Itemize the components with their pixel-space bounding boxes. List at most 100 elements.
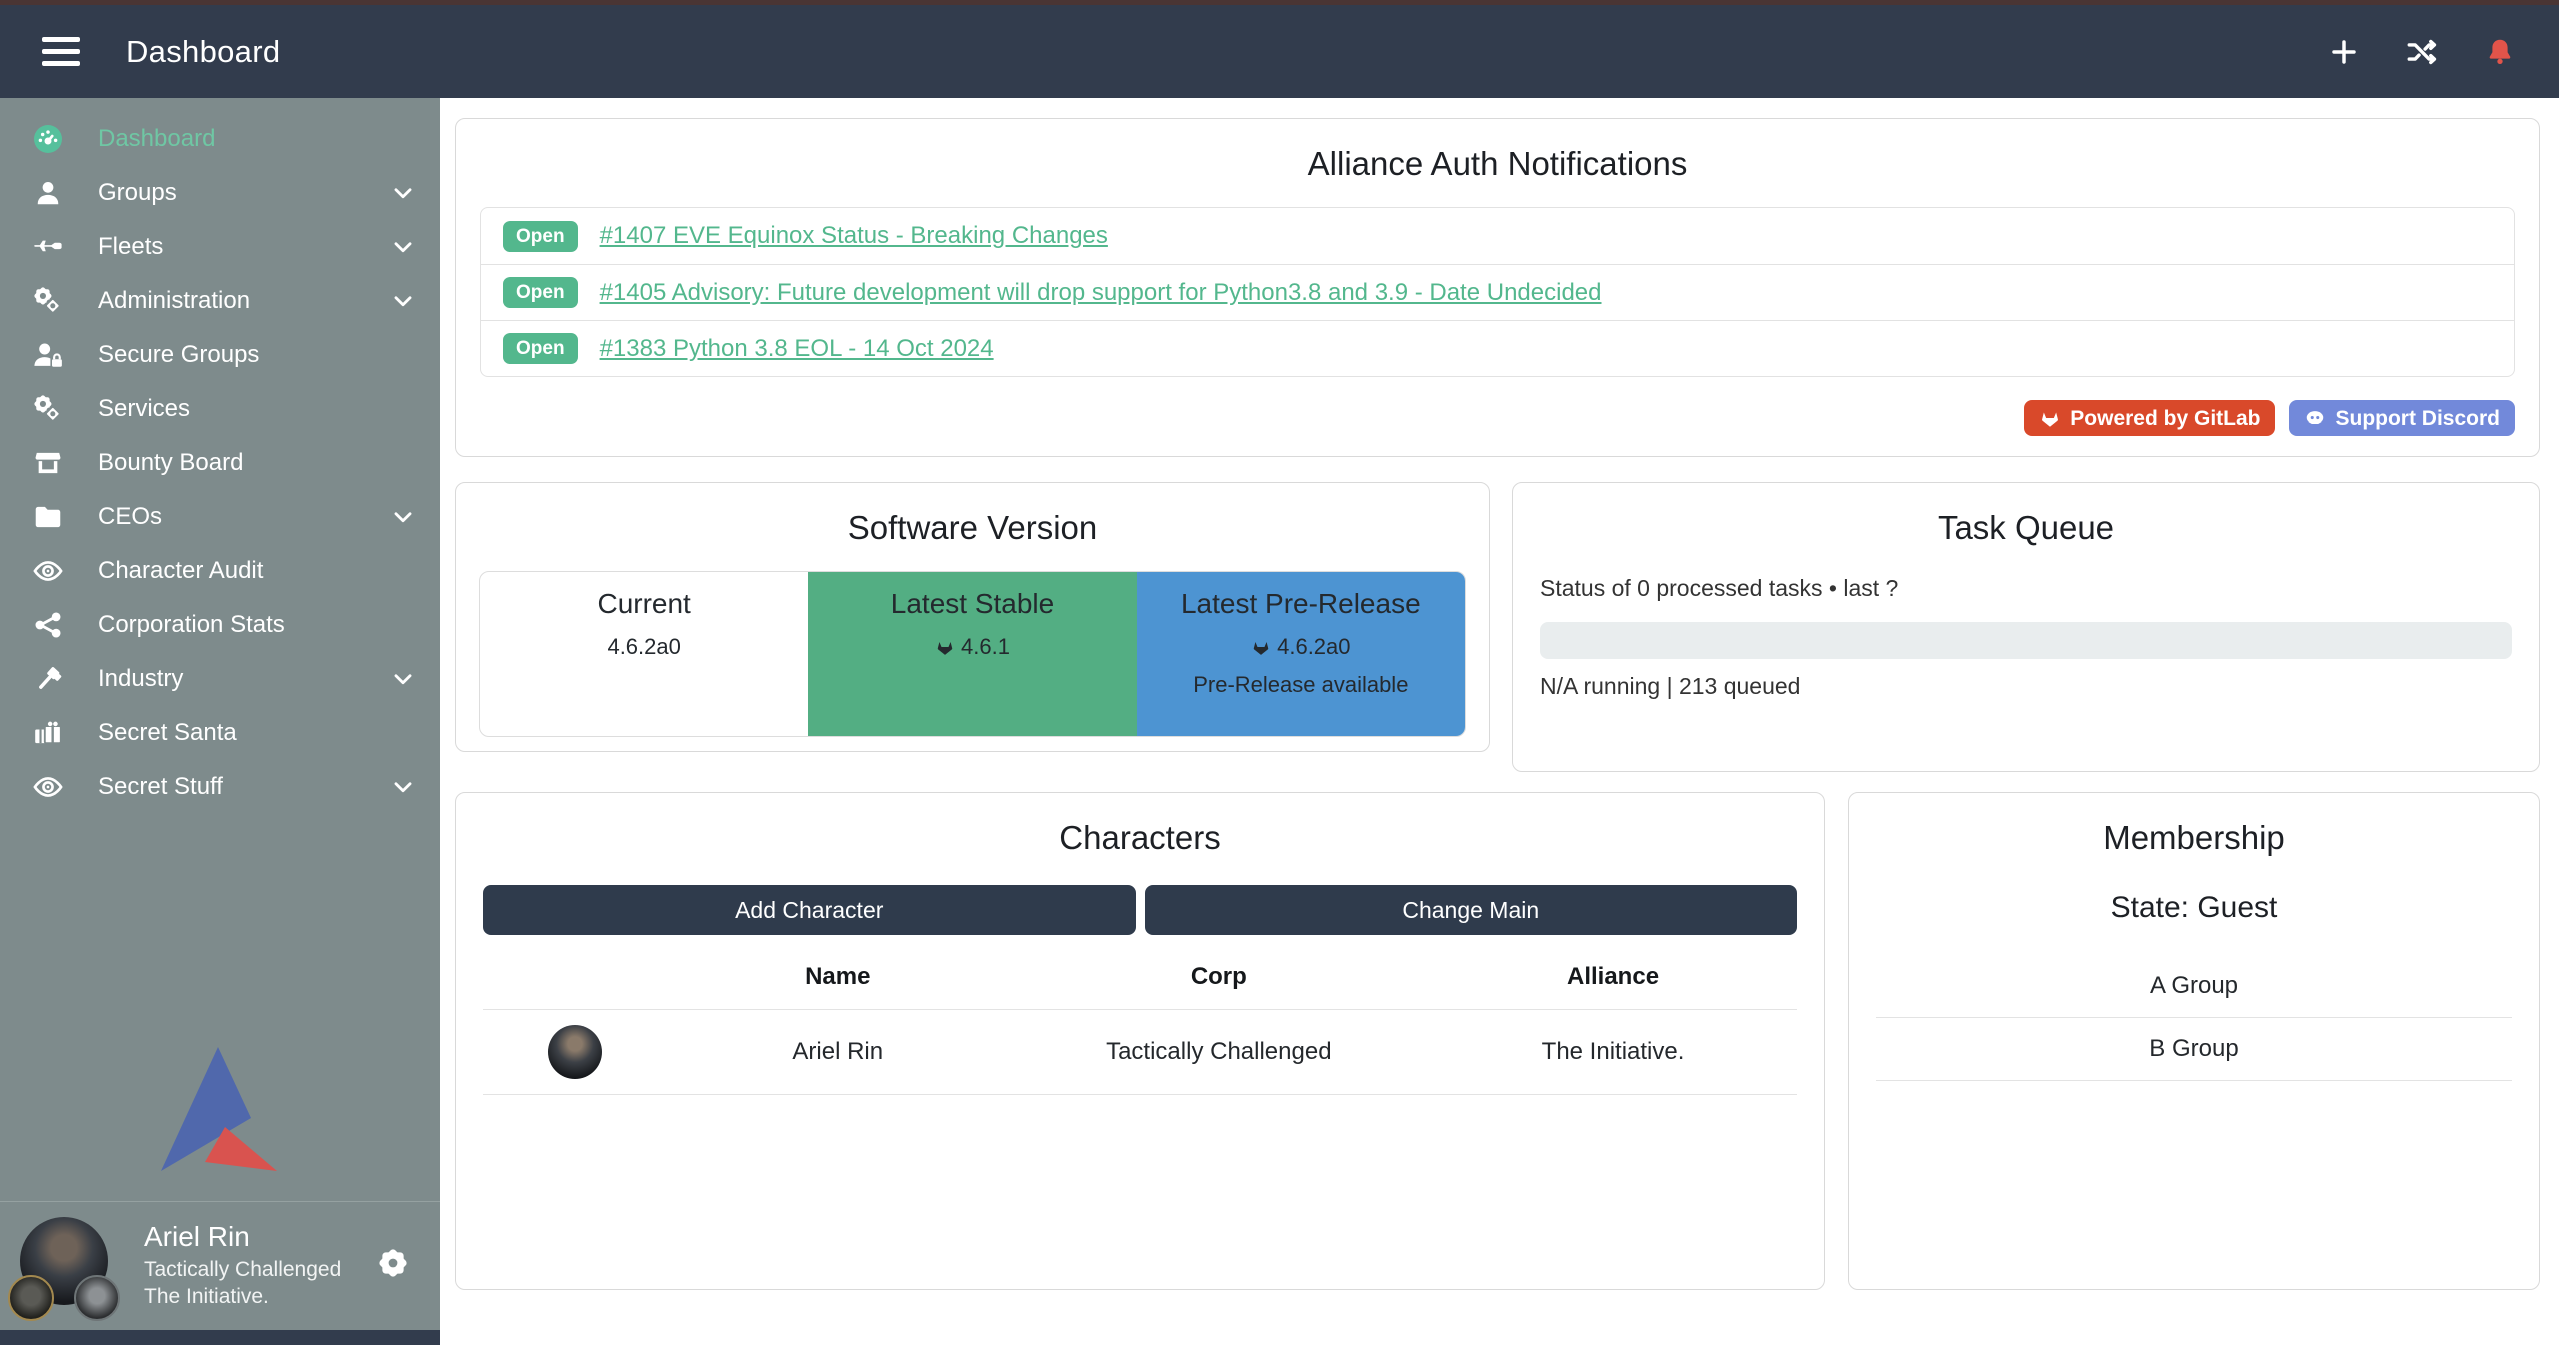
jet-icon [30,231,66,263]
sidebar-item-secret-santa[interactable]: Secret Santa [0,706,440,760]
sidebar-item-label: Bounty Board [98,449,416,477]
sidebar-item-bounty-board[interactable]: Bounty Board [0,436,440,490]
software-version-panel: Software Version Current 4.6.2a0 Latest … [455,482,1490,752]
sidebar-item-secure-groups[interactable]: Secure Groups [0,328,440,382]
main-content: Alliance Auth Notifications Open #1407 E… [440,98,2559,1345]
sidebar-item-dashboard[interactable]: Dashboard [0,112,440,166]
character-corp: Tactically Challenged [1009,1010,1429,1095]
gitlab-badge-label: Powered by GitLab [2070,408,2260,429]
characters-panel: Characters Add Character Change Main Nam… [455,792,1825,1290]
gifts-icon [30,717,66,749]
notifications-title: Alliance Auth Notifications [456,119,2539,205]
sidebar-item-corporation-stats[interactable]: Corporation Stats [0,598,440,652]
sidebar-item-groups[interactable]: Groups [0,166,440,220]
shuffle-icon[interactable] [2405,35,2439,69]
user-avatar [18,1217,114,1313]
version-prerelease-value: 4.6.2a0 [1277,634,1350,660]
change-main-button[interactable]: Change Main [1145,885,1798,935]
task-queue-panel: Task Queue Status of 0 processed tasks •… [1512,482,2540,772]
user-settings-gear-icon[interactable] [376,1246,410,1285]
folder-icon [30,501,66,533]
gitlab-badge[interactable]: Powered by GitLab [2024,400,2275,436]
chevron-down-icon [390,180,416,206]
top-navbar: Dashboard [0,5,2559,98]
membership-group: A Group [1876,955,2512,1018]
membership-panel: Membership State: Guest A Group B Group [1848,792,2540,1290]
user-panel[interactable]: Ariel Rin Tactically Challenged The Init… [0,1202,440,1330]
notification-row: Open #1407 EVE Equinox Status - Breaking… [481,208,2514,264]
notification-link[interactable]: #1383 Python 3.8 EOL - 14 Oct 2024 [600,335,994,363]
gitlab-tanuki-icon [2039,407,2061,429]
corp-logo-badge [8,1275,54,1321]
membership-group: B Group [1876,1018,2512,1081]
notification-link[interactable]: #1405 Advisory: Future development will … [600,279,1602,307]
discord-badge[interactable]: Support Discord [2289,400,2515,436]
task-queue-queue-line: N/A running | 213 queued [1540,673,2512,700]
software-version-title: Software Version [456,483,1489,569]
bell-notification-icon[interactable] [2483,35,2517,69]
characters-title: Characters [456,793,1824,879]
discord-icon [2304,407,2326,429]
version-current-heading: Current [480,588,808,620]
share-icon [30,610,66,640]
chevron-down-icon [390,288,416,314]
version-stable-heading: Latest Stable [808,588,1136,620]
sidebar-bottom-strip [0,1330,440,1345]
add-character-button[interactable]: Add Character [483,885,1136,935]
page-title: Dashboard [126,34,280,70]
status-badge: Open [503,221,578,252]
notification-row: Open #1383 Python 3.8 EOL - 14 Oct 2024 [481,320,2514,376]
user-corp: Tactically Challenged [144,1256,341,1284]
chevron-down-icon [390,774,416,800]
add-plus-icon[interactable] [2327,35,2361,69]
sidebar-item-label: Administration [98,287,358,315]
sidebar-item-secret-stuff[interactable]: Secret Stuff [0,760,440,814]
sidebar-item-label: Fleets [98,233,358,261]
version-prerelease-cell: Latest Pre-Release 4.6.2a0 Pre-Release a… [1137,572,1465,736]
alliance-logo-badge [74,1275,120,1321]
sidebar-item-label: CEOs [98,503,358,531]
discord-badge-label: Support Discord [2335,408,2500,429]
task-queue-status-line: Status of 0 processed tasks • last ? [1540,575,2512,602]
version-stable-cell: Latest Stable 4.6.1 [808,572,1136,736]
sidebar-item-label: Secure Groups [98,341,416,369]
sidebar-item-industry[interactable]: Industry [0,652,440,706]
user-alliance: The Initiative. [144,1283,341,1311]
col-header-name: Name [667,949,1009,1010]
gitlab-tanuki-icon [1251,637,1271,657]
user-icon [30,178,66,208]
membership-title: Membership [1849,793,2539,879]
character-row: Ariel Rin Tactically Challenged The Init… [483,1010,1797,1095]
version-current-cell: Current 4.6.2a0 [480,572,808,736]
sidebar-item-services[interactable]: Services [0,382,440,436]
sidebar-item-label: Secret Stuff [98,773,358,801]
task-queue-title: Task Queue [1513,483,2539,569]
hammer-icon [30,663,66,695]
sidebar-item-label: Character Audit [98,557,416,585]
sidebar-item-label: Industry [98,665,358,693]
character-avatar [548,1025,602,1079]
sidebar-item-administration[interactable]: Administration [0,274,440,328]
eye-icon [30,771,66,803]
status-badge: Open [503,333,578,364]
gitlab-tanuki-icon [935,637,955,657]
col-header-avatar [483,949,667,1010]
col-header-corp: Corp [1009,949,1429,1010]
chevron-down-icon [390,234,416,260]
sidebar-item-label: Groups [98,179,358,207]
status-badge: Open [503,277,578,308]
col-header-alliance: Alliance [1429,949,1797,1010]
sidebar-item-label: Dashboard [98,125,416,153]
character-name: Ariel Rin [667,1010,1009,1095]
chevron-down-icon [390,504,416,530]
notifications-panel: Alliance Auth Notifications Open #1407 E… [455,118,2540,457]
user-name: Ariel Rin [144,1219,341,1256]
store-icon [30,447,66,479]
eye-icon [30,555,66,587]
sidebar-item-fleets[interactable]: Fleets [0,220,440,274]
hamburger-menu-icon[interactable] [42,37,80,66]
notification-link[interactable]: #1407 EVE Equinox Status - Breaking Chan… [600,222,1108,250]
sidebar-item-character-audit[interactable]: Character Audit [0,544,440,598]
characters-table: Name Corp Alliance Ariel Rin Tactically … [483,949,1797,1095]
sidebar-item-ceos[interactable]: CEOs [0,490,440,544]
